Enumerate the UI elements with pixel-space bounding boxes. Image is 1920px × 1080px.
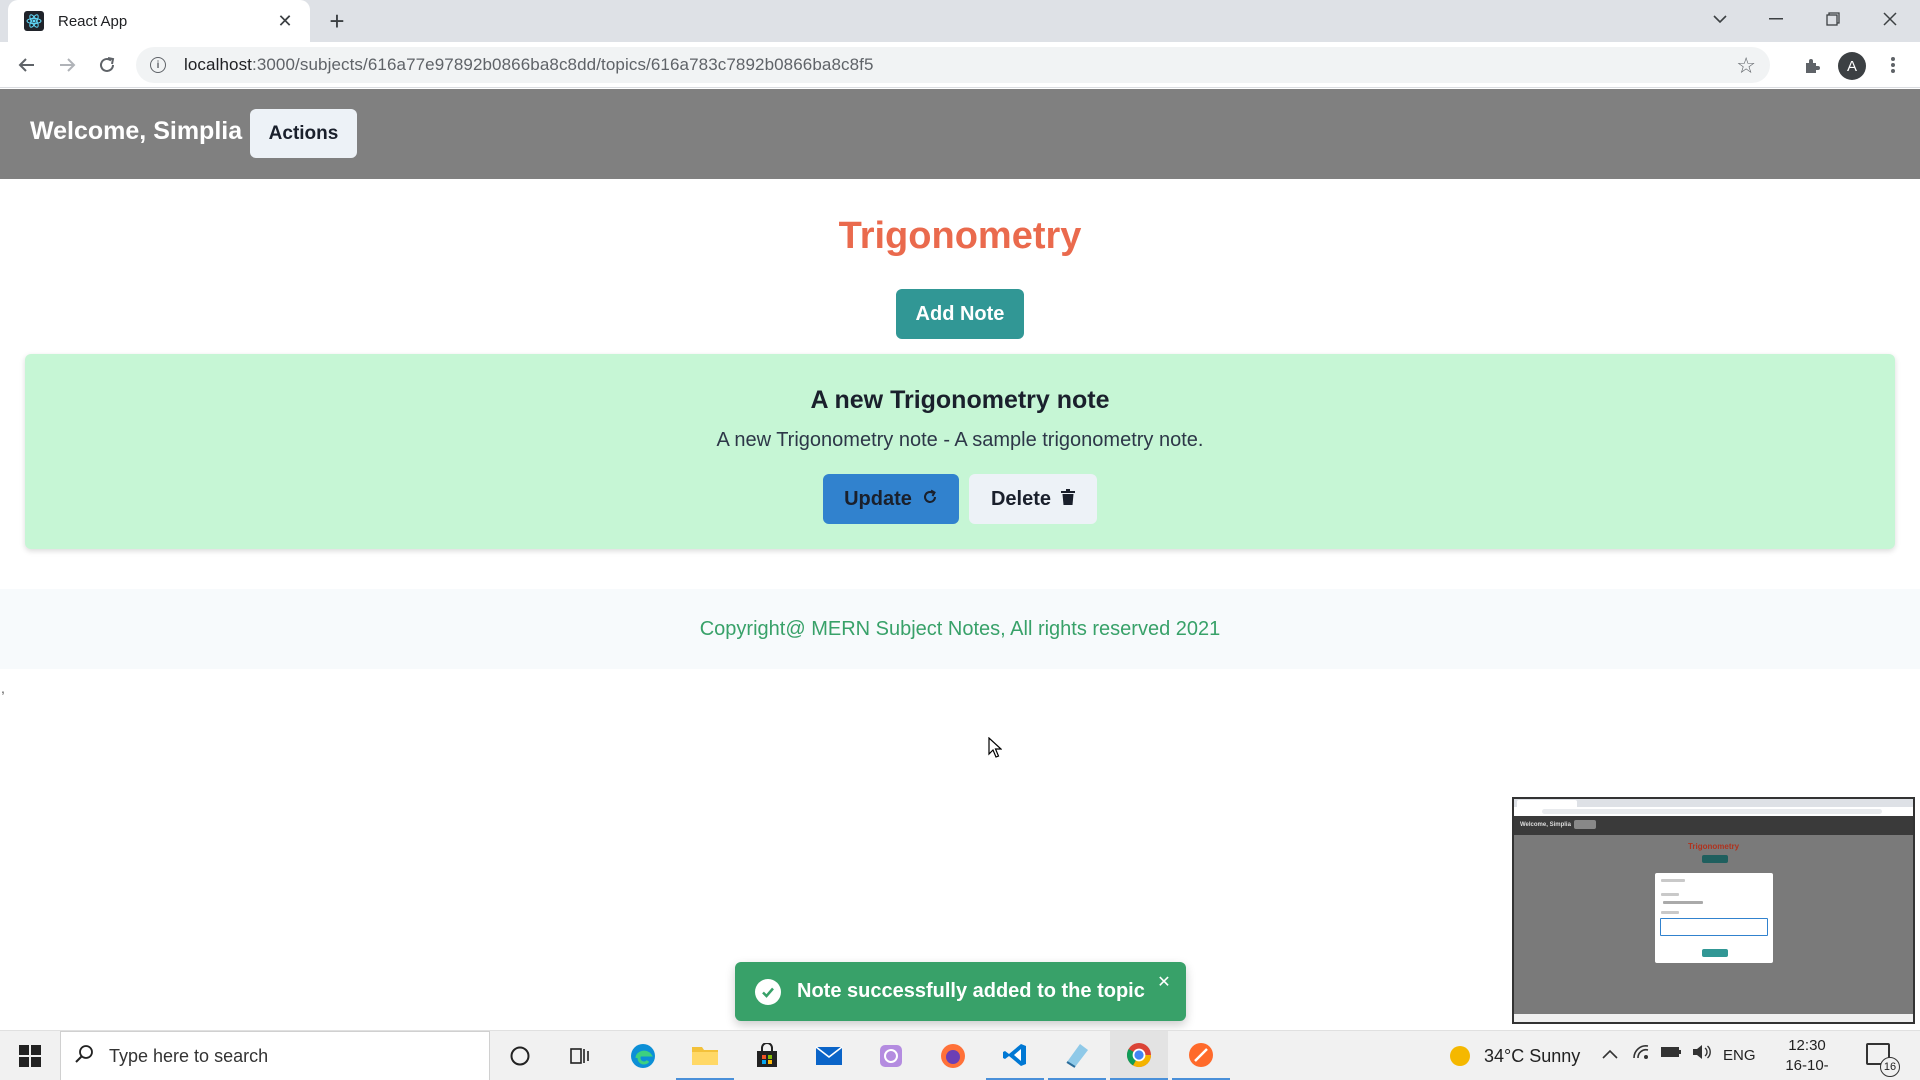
mail-icon[interactable] [800, 1031, 858, 1080]
thumb-heading-value [1663, 901, 1703, 904]
weather-sun-icon [1450, 1046, 1470, 1066]
language-indicator[interactable]: ENG [1723, 1047, 1756, 1064]
thumb-tab [1517, 800, 1577, 807]
trash-icon [1061, 488, 1076, 511]
mouse-cursor-icon [988, 736, 1003, 764]
clock-time: 12:30 [1788, 1037, 1826, 1054]
update-label: Update [844, 487, 912, 510]
delete-label: Delete [990, 487, 1052, 510]
file-explorer-icon[interactable] [676, 1031, 734, 1080]
thumb-taskbar [1514, 1014, 1913, 1022]
task-view-icon[interactable] [551, 1031, 609, 1080]
browser-tabbar: React App ✕ + [0, 0, 1920, 42]
note-heading: A new Trigonometry note [810, 386, 1110, 414]
thumb-heading-label [1661, 893, 1679, 896]
weather-text[interactable]: 34°C Sunny [1484, 1046, 1580, 1067]
react-favicon-icon [24, 11, 44, 31]
volume-icon[interactable] [1692, 1044, 1712, 1065]
window-preview-thumbnail[interactable]: Welcome, Simplia Trigonometry [1512, 797, 1915, 1024]
add-note-button[interactable]: Add Note [896, 289, 1024, 339]
forward-icon[interactable] [52, 50, 82, 80]
bookmark-star-icon[interactable]: ☆ [1736, 53, 1756, 79]
tab-close-icon[interactable]: ✕ [274, 10, 296, 32]
thumb-content-box [1660, 918, 1768, 936]
restore-icon[interactable] [1805, 0, 1861, 38]
new-tab-icon[interactable]: + [322, 6, 352, 36]
cortana-icon[interactable] [491, 1031, 549, 1080]
delete-button[interactable]: Delete [969, 474, 1097, 524]
thumb-title: Trigonometry [1687, 842, 1740, 851]
windows-taskbar: Type here to search 34°C Sunny ENG 12:30… [0, 1030, 1920, 1080]
photos-icon[interactable] [862, 1031, 920, 1080]
refresh-icon [922, 488, 938, 511]
thumb-omnibox [1542, 809, 1882, 814]
profile-avatar[interactable]: A [1838, 52, 1866, 80]
chrome-menu-icon[interactable] [1878, 50, 1908, 80]
notification-count: 16 [1880, 1057, 1900, 1077]
store-icon[interactable] [738, 1031, 796, 1080]
vscode-icon[interactable] [986, 1031, 1044, 1080]
thumb-content-label [1661, 911, 1679, 914]
thumb-welcome: Welcome, Simplia [1520, 822, 1571, 828]
clock-date: 16-10-2021 [1785, 1057, 1829, 1080]
thumb-modal-title [1661, 879, 1685, 882]
thumb-modal-button [1702, 949, 1728, 957]
battery-icon[interactable] [1660, 1044, 1682, 1064]
reload-icon[interactable] [92, 50, 122, 80]
note-content: A new Trigonometry note - A sample trigo… [716, 429, 1204, 451]
tab-title: React App [58, 12, 128, 30]
browser-toolbar: i localhost:3000/subjects/616a77e97892b0… [0, 42, 1920, 88]
tray-chevron-up-icon[interactable] [1602, 1044, 1618, 1064]
address-bar[interactable]: i localhost:3000/subjects/616a77e97892b0… [136, 47, 1770, 83]
toast-message: Note successfully added to the topic [797, 980, 1145, 1002]
taskbar-search-input[interactable]: Type here to search [60, 1031, 490, 1080]
edge-icon[interactable] [614, 1031, 672, 1080]
actions-button[interactable]: Actions [250, 109, 357, 158]
update-button[interactable]: Update [823, 474, 959, 524]
check-circle-icon [755, 978, 781, 1005]
note-card: A new Trigonometry note A new Trigonomet… [25, 354, 1895, 549]
thumb-header: Welcome, Simplia [1514, 816, 1913, 835]
thumb-modal [1655, 873, 1773, 963]
success-toast: Note successfully added to the topic ✕ [735, 962, 1186, 1021]
wifi-icon[interactable] [1632, 1044, 1650, 1065]
toast-close-icon[interactable]: ✕ [1152, 970, 1176, 994]
notepad-icon[interactable] [1048, 1031, 1106, 1080]
page-title: Trigonometry [838, 215, 1082, 257]
search-placeholder: Type here to search [109, 1045, 269, 1066]
thumb-actions [1574, 820, 1596, 829]
tab-search-icon[interactable] [1692, 0, 1748, 38]
footer: Copyright@ MERN Subject Notes, All right… [0, 589, 1920, 669]
firefox-icon[interactable] [924, 1031, 982, 1080]
thumb-toolbar [1514, 807, 1913, 816]
app-header: Welcome, Simplia Actions [0, 89, 1920, 179]
chrome-icon[interactable] [1110, 1031, 1168, 1080]
thumb-add-button [1702, 855, 1728, 863]
clock[interactable]: 12:30 16-10-2021 [1770, 1036, 1844, 1080]
minimize-icon[interactable] [1748, 0, 1804, 38]
copyright-text: Copyright@ MERN Subject Notes, All right… [699, 617, 1221, 640]
stray-mark: , [1, 680, 5, 696]
thumb-tabbar [1514, 799, 1913, 807]
site-info-icon[interactable]: i [150, 57, 166, 73]
extensions-icon[interactable] [1797, 50, 1827, 80]
browser-tab[interactable]: React App ✕ [8, 0, 310, 42]
welcome-text: Welcome, Simplia [30, 117, 243, 145]
windows-start-icon[interactable] [0, 1031, 60, 1080]
app-icon[interactable] [1172, 1031, 1230, 1080]
close-window-icon[interactable] [1862, 0, 1918, 38]
url-text: localhost:3000/subjects/616a77e97892b086… [184, 55, 874, 74]
back-icon[interactable] [12, 50, 42, 80]
search-icon [75, 1044, 95, 1069]
